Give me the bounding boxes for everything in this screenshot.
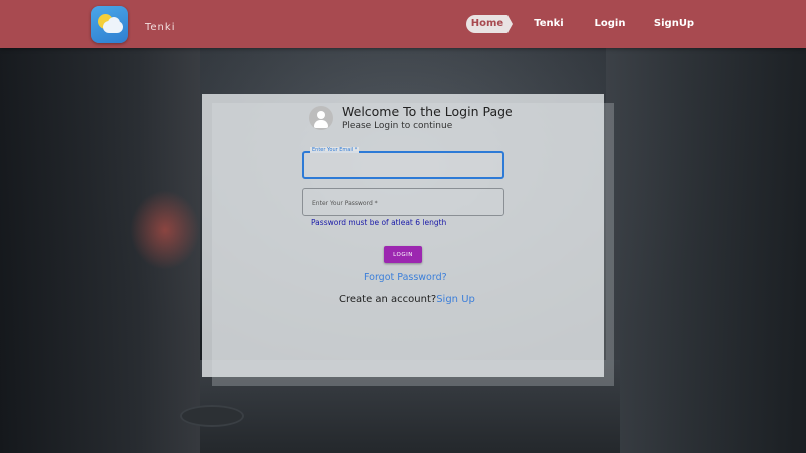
cloud-shape: [103, 21, 123, 33]
create-account-row: Create an account?Sign Up: [339, 294, 475, 305]
create-account-text: Create an account?: [339, 294, 437, 305]
email-input[interactable]: [310, 159, 500, 175]
navbar: Tenki Home Tenki Login SignUp: [0, 0, 806, 48]
nav-tenki[interactable]: Tenki: [530, 15, 568, 33]
page: Tenki Home Tenki Login SignUp Welcome To…: [0, 0, 806, 453]
login-button[interactable]: LOGIN: [384, 246, 422, 263]
background-light: [130, 190, 200, 270]
nav-login[interactable]: Login: [592, 15, 628, 33]
login-card: [202, 94, 604, 377]
weather-sun-cloud-icon[interactable]: [91, 6, 128, 43]
user-avatar-icon: [309, 106, 333, 130]
signup-link[interactable]: Sign Up: [436, 294, 475, 305]
password-field[interactable]: [302, 188, 504, 216]
password-input[interactable]: [310, 196, 500, 211]
password-error-text: Password must be of atleat 6 length: [311, 218, 447, 227]
avatar-body: [314, 120, 328, 128]
login-title: Welcome To the Login Page: [342, 104, 513, 119]
email-field[interactable]: Enter Your Email *: [302, 147, 504, 179]
nav-home[interactable]: Home: [466, 15, 513, 33]
brand-name: Tenki: [145, 22, 176, 33]
nav-signup[interactable]: SignUp: [652, 15, 696, 33]
email-label: Enter Your Email *: [310, 147, 360, 153]
background-building-right: [606, 48, 806, 453]
background-manhole: [180, 405, 244, 427]
avatar-head: [317, 111, 325, 119]
forgot-password-link[interactable]: Forgot Password?: [364, 272, 447, 283]
login-subtitle: Please Login to continue: [342, 121, 453, 131]
